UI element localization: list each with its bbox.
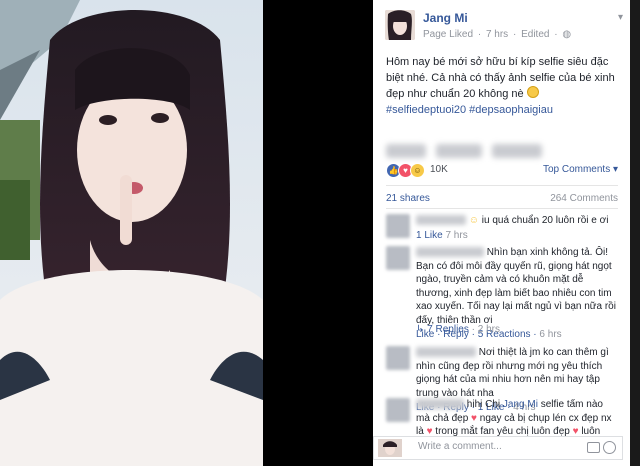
reaction-count[interactable]: 10K — [430, 164, 448, 175]
scrollbar[interactable] — [630, 0, 640, 466]
meta-separator: · — [477, 29, 482, 40]
mention-link[interactable]: Jang Mi — [503, 399, 538, 410]
commenter-avatar[interactable] — [386, 246, 410, 270]
reaction-bar: 👍 ♥ ☺ 10K Top Comments ▾ — [386, 163, 618, 179]
smile-emoji-icon — [526, 86, 539, 98]
globe-icon: ◍ — [562, 29, 572, 40]
post-header: Jang Mi Page Liked · 7 hrs · Edited · ◍ … — [385, 8, 625, 42]
author-avatar[interactable] — [385, 10, 415, 40]
post-meta: Page Liked · 7 hrs · Edited · ◍ — [423, 29, 573, 40]
camera-icon[interactable] — [587, 442, 600, 453]
meta-separator: · — [512, 29, 517, 40]
post-hashtags[interactable]: #selfiedeptuoi20 #depsaophaigiau — [386, 103, 626, 119]
comment-text: iu quá chuẩn 20 luôn rồi e ơi — [481, 215, 609, 226]
author-name[interactable]: Jang Mi — [423, 11, 468, 25]
comment-time[interactable]: 7 hrs — [445, 230, 467, 241]
meta-separator: · — [554, 29, 558, 40]
commenter-avatar[interactable] — [386, 398, 410, 422]
selfie-photo — [0, 0, 263, 466]
comment-input[interactable]: Write a comment... — [418, 441, 502, 452]
shares-link[interactable]: 21 shares — [386, 193, 430, 204]
haha-reaction-icon: ☺ — [410, 163, 425, 178]
commenter-name[interactable] — [416, 347, 476, 358]
top-comments-dropdown[interactable]: Top Comments ▾ — [543, 164, 618, 175]
replies-time: 2 hrs — [477, 324, 501, 335]
page-liked-label[interactable]: Page Liked — [423, 29, 473, 40]
reaction-icons[interactable]: 👍 ♥ ☺ — [386, 163, 425, 178]
commenter-avatar[interactable] — [386, 346, 410, 370]
post-time[interactable]: 7 hrs — [486, 29, 508, 40]
replies-count[interactable]: 7 Replies — [427, 324, 469, 335]
divider — [386, 208, 618, 209]
comment-prefix: hihi Chị — [466, 399, 501, 410]
post-photo[interactable] — [0, 0, 263, 466]
chevron-down-icon[interactable]: ▾ — [618, 12, 623, 23]
post-panel: Jang Mi Page Liked · 7 hrs · Edited · ◍ … — [373, 0, 630, 466]
commenter-name[interactable] — [416, 247, 484, 258]
emoji-icon: ☺ — [468, 215, 479, 226]
heart-icon: ♥ — [471, 412, 477, 424]
comment-text: Nhìn bạn xinh không tả. Ôi! Bạn có đôi m… — [416, 247, 616, 326]
comment-time[interactable]: 6 hrs — [539, 329, 561, 340]
commenter-name[interactable] — [416, 215, 466, 226]
post-body: Hôm nay bé mới sở hữu bí kíp selfie siêu… — [386, 55, 626, 118]
replies-link[interactable]: ↳ 7 Replies · 2 hrs — [416, 324, 500, 335]
edited-label[interactable]: Edited — [521, 29, 549, 40]
user-avatar — [378, 439, 402, 457]
reply-arrow-icon: ↳ — [416, 324, 425, 335]
commenter-name[interactable] — [416, 399, 464, 410]
comment-composer[interactable]: Write a comment... — [373, 436, 623, 460]
divider — [386, 185, 618, 186]
comment-likes[interactable]: 1 Like — [416, 230, 443, 241]
commenter-avatar[interactable] — [386, 214, 410, 238]
post-message: Hôm nay bé mới sở hữu bí kíp selfie siêu… — [386, 56, 615, 100]
emoji-icon[interactable] — [603, 441, 616, 454]
comments-count[interactable]: 264 Comments — [550, 193, 618, 204]
blurred-action-bar — [386, 140, 586, 162]
